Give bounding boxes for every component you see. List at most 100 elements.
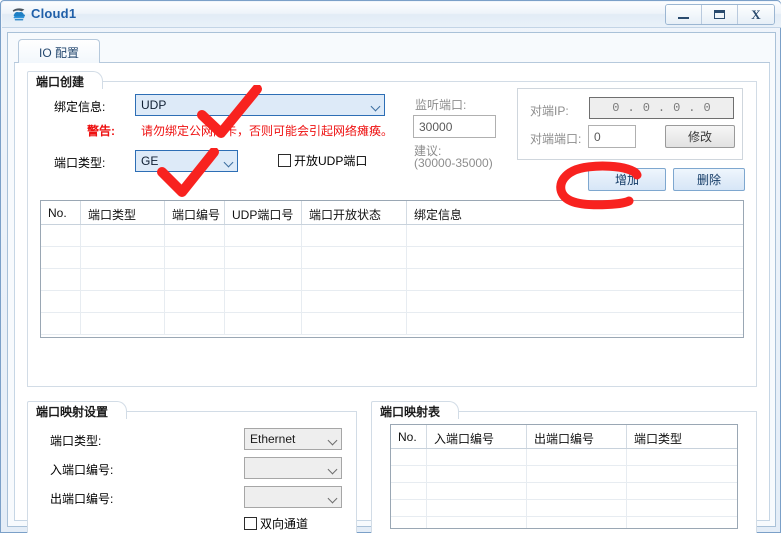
table-cell xyxy=(41,247,81,268)
column-header[interactable]: No. xyxy=(41,201,81,224)
listen-port-input[interactable]: 30000 xyxy=(413,115,496,138)
table-row[interactable] xyxy=(41,313,743,335)
table-cell xyxy=(427,483,527,499)
peer-port-input[interactable]: 0 xyxy=(588,125,636,148)
suggest-range: (30000-35000) xyxy=(414,156,493,170)
table-cell xyxy=(302,291,407,312)
table-row[interactable] xyxy=(41,247,743,269)
table-cell xyxy=(302,313,407,334)
column-header[interactable]: 端口开放状态 xyxy=(302,201,407,224)
group-port-create-title: 端口创建 xyxy=(27,71,104,89)
table-cell xyxy=(427,517,527,528)
group-port-mapping-table-title: 端口映射表 xyxy=(371,401,460,419)
delete-port-button[interactable]: 删除 xyxy=(673,168,745,191)
peer-ip-octet-1: 0 xyxy=(612,101,620,115)
column-header[interactable]: No. xyxy=(391,425,427,448)
table-cell xyxy=(527,466,627,482)
open-udp-port-checkbox[interactable]: 开放UDP端口 xyxy=(278,152,367,169)
modify-button[interactable]: 修改 xyxy=(665,125,735,148)
chevron-down-icon xyxy=(223,157,234,168)
port-mapping-table-header: No. 入端口编号 出端口编号 端口类型 xyxy=(391,425,737,449)
table-row[interactable] xyxy=(41,269,743,291)
listen-port-value: 30000 xyxy=(419,120,453,134)
table-cell xyxy=(81,269,165,290)
table-row[interactable] xyxy=(391,449,737,466)
table-cell xyxy=(165,225,225,246)
add-port-button[interactable]: 增加 xyxy=(588,168,666,191)
minimize-button[interactable] xyxy=(666,5,702,24)
table-cell xyxy=(627,517,724,528)
screenshot-root: Cloud1 X IO 配置 端口创建 绑定信息: UDP 警告: 请勿绑定公网… xyxy=(0,0,781,533)
port-type-combo[interactable]: GE xyxy=(135,150,238,172)
window-title: Cloud1 xyxy=(31,6,77,21)
table-cell xyxy=(81,291,165,312)
binding-info-value: UDP xyxy=(141,98,167,112)
table-cell xyxy=(627,483,724,499)
table-cell xyxy=(427,500,527,516)
table-cell xyxy=(391,449,427,465)
port-type-label: 端口类型: xyxy=(54,156,106,170)
table-cell xyxy=(41,291,81,312)
chevron-down-icon xyxy=(327,435,338,446)
column-header[interactable]: UDP端口号 xyxy=(225,201,302,224)
client-area: IO 配置 端口创建 绑定信息: UDP 警告: 请勿绑定公网网卡，否则可能会引… xyxy=(7,32,776,533)
port-table[interactable]: No. 端口类型 端口编号 UDP端口号 端口开放状态 绑定信息 xyxy=(40,200,744,338)
peer-ip-input[interactable]: 0 . 0 . 0 . 0 xyxy=(589,97,734,119)
title-bar: Cloud1 X xyxy=(2,2,781,28)
out-port-label: 出端口编号: xyxy=(50,492,114,506)
table-cell xyxy=(81,247,165,268)
group-port-mapping-settings-title: 端口映射设置 xyxy=(27,401,128,419)
ip-separator: . xyxy=(657,101,666,115)
column-header[interactable]: 端口编号 xyxy=(165,201,225,224)
table-cell xyxy=(407,225,675,246)
column-header[interactable]: 入端口编号 xyxy=(427,425,527,448)
table-cell xyxy=(407,247,675,268)
table-cell xyxy=(527,517,627,528)
table-cell xyxy=(391,483,427,499)
column-header[interactable]: 绑定信息 xyxy=(407,201,675,224)
table-row[interactable] xyxy=(41,291,743,313)
table-row[interactable] xyxy=(391,517,737,528)
open-udp-port-label: 开放UDP端口 xyxy=(294,154,368,168)
table-row[interactable] xyxy=(41,225,743,247)
table-cell xyxy=(81,313,165,334)
table-cell xyxy=(527,500,627,516)
table-cell xyxy=(391,517,427,528)
peer-port-value: 0 xyxy=(594,130,601,144)
out-port-combo[interactable] xyxy=(244,486,342,508)
in-port-combo[interactable] xyxy=(244,457,342,479)
port-type-value: GE xyxy=(141,154,159,168)
close-button[interactable]: X xyxy=(738,5,774,24)
column-header[interactable]: 出端口编号 xyxy=(527,425,627,448)
column-header[interactable]: 端口类型 xyxy=(627,425,724,448)
port-mapping-table[interactable]: No. 入端口编号 出端口编号 端口类型 xyxy=(390,424,738,529)
ip-separator: . xyxy=(688,101,696,115)
table-row[interactable] xyxy=(391,466,737,483)
peer-ip-octet-2: 0 xyxy=(642,101,650,115)
table-cell xyxy=(225,313,302,334)
column-header[interactable]: 端口类型 xyxy=(81,201,165,224)
warning-message: 请勿绑定公网网卡，否则可能会引起网络瘫痪。 xyxy=(141,124,394,138)
table-cell xyxy=(407,269,675,290)
table-row[interactable] xyxy=(391,500,737,517)
peer-ip-octet-4: 0 xyxy=(703,101,711,115)
table-cell xyxy=(391,500,427,516)
table-cell xyxy=(527,483,627,499)
tab-io-config[interactable]: IO 配置 xyxy=(18,39,100,63)
table-cell xyxy=(225,247,302,268)
peer-ip-octet-3: 0 xyxy=(673,101,681,115)
maximize-button[interactable] xyxy=(702,5,738,24)
peer-port-label: 对端端口: xyxy=(530,132,582,146)
binding-info-combo[interactable]: UDP xyxy=(135,94,385,116)
port-table-body xyxy=(41,225,743,337)
bidirectional-channel-checkbox[interactable]: 双向通道 xyxy=(244,515,308,532)
table-cell xyxy=(302,225,407,246)
table-cell xyxy=(407,291,675,312)
table-row[interactable] xyxy=(391,483,737,500)
group-port-create: 端口创建 绑定信息: UDP 警告: 请勿绑定公网网卡，否则可能会引起网络瘫痪。… xyxy=(27,71,757,387)
table-cell xyxy=(165,247,225,268)
peer-ip-label: 对端IP: xyxy=(530,104,569,118)
ip-separator: . xyxy=(627,101,635,115)
in-port-label: 入端口编号: xyxy=(50,463,114,477)
mapping-port-type-combo[interactable]: Ethernet xyxy=(244,428,342,450)
